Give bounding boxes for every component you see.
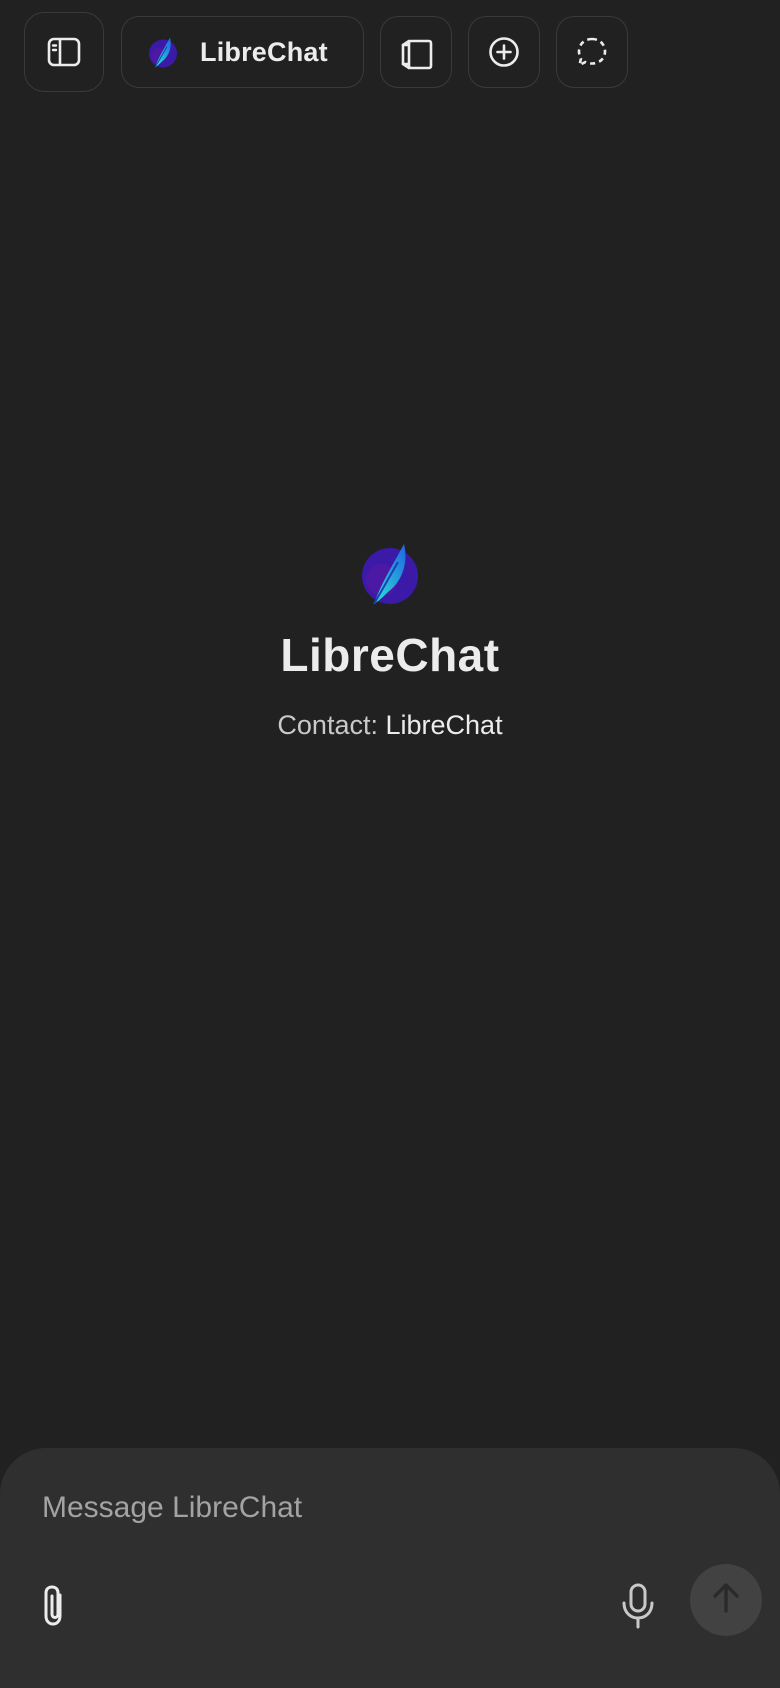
contact-line: Contact: LibreChat (0, 710, 780, 741)
message-input[interactable] (42, 1478, 722, 1538)
paperclip-icon (38, 1583, 72, 1633)
model-selector-button[interactable]: LibreChat (121, 16, 364, 88)
attach-file-button[interactable] (30, 1576, 80, 1640)
arrow-up-icon (711, 1582, 741, 1618)
chat-page: LibreChat LibreChat Contact: LibreChat M… (0, 0, 780, 1688)
librechat-logo-icon (0, 540, 780, 606)
landing-title: LibreChat (280, 629, 500, 681)
bookmarks-icon (398, 34, 434, 70)
new-chat-button[interactable] (468, 16, 540, 88)
model-name-label: LibreChat (200, 36, 328, 67)
microphone-icon (620, 1582, 656, 1634)
librechat-logo-icon (148, 35, 178, 69)
sidebar-toggle-button[interactable] (24, 12, 104, 92)
contact-name: LibreChat (385, 710, 503, 740)
send-button[interactable] (690, 1564, 762, 1636)
bookmarks-button[interactable] (380, 16, 452, 88)
sidebar-toggle-icon (47, 37, 81, 67)
message-composer (0, 1448, 780, 1688)
contact-label: Contact: (277, 710, 378, 740)
plus-circle-icon (488, 36, 520, 68)
landing-section: LibreChat Contact: LibreChat (0, 540, 780, 741)
temporary-chat-button[interactable] (556, 16, 628, 88)
top-bar: LibreChat (0, 0, 780, 106)
voice-input-button[interactable] (612, 1576, 664, 1640)
dashed-chat-bubble-icon (576, 36, 608, 68)
